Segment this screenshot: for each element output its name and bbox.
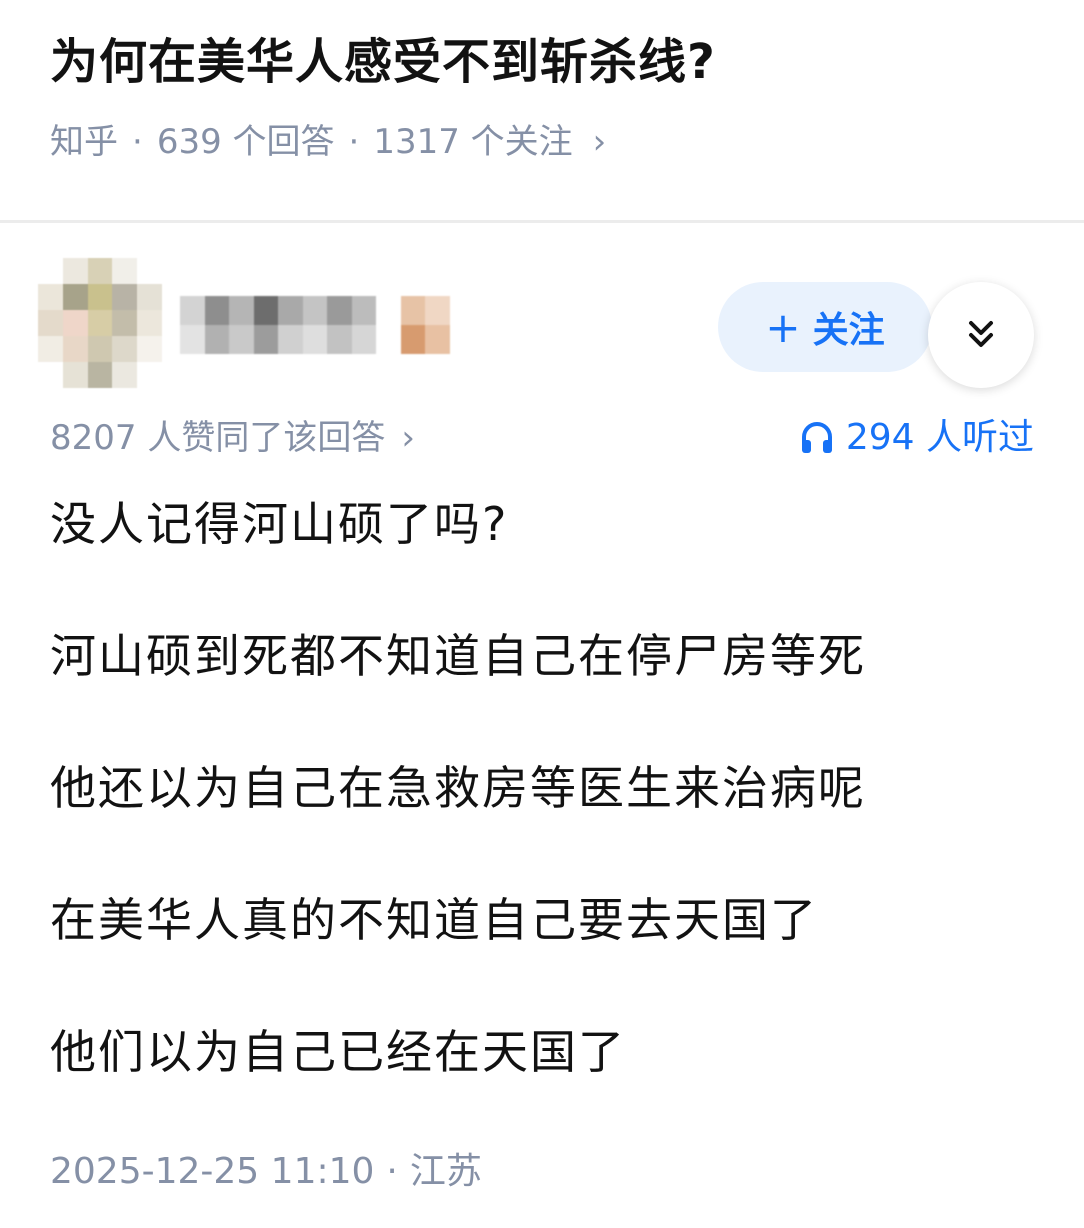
- answer-paragraph: 没人记得河山硕了吗?: [50, 497, 509, 551]
- meta-separator: ·: [132, 122, 143, 162]
- answer-footer: 2025-12-25 11:10 · 江苏: [50, 1148, 482, 1196]
- listen-count: 294 人听过: [845, 417, 1034, 458]
- chevron-right-icon: ›: [592, 122, 607, 162]
- expand-button[interactable]: [928, 282, 1034, 388]
- question-header: 为何在美华人感受不到斩杀线? 知乎 · 639 个回答 · 1317 个关注 ›: [0, 0, 1084, 222]
- listen-info[interactable]: 294 人听过: [798, 414, 1034, 462]
- meta-separator: ·: [348, 122, 360, 162]
- avatar[interactable]: [38, 258, 162, 388]
- answer-location: 江苏: [409, 1151, 482, 1192]
- answer-paragraph: 他们以为自己已经在天国了: [50, 1025, 626, 1079]
- plus-icon: +: [765, 302, 801, 352]
- question-title[interactable]: 为何在美华人感受不到斩杀线?: [50, 26, 716, 98]
- source-name: 知乎: [50, 122, 118, 162]
- meta-separator: ·: [386, 1151, 398, 1192]
- double-chevron-down-icon: [969, 321, 993, 347]
- author-name[interactable]: [180, 296, 450, 354]
- answer-paragraph: 在美华人真的不知道自己要去天国了: [50, 893, 818, 947]
- vote-count: 8207 人赞同了该回答: [50, 418, 386, 458]
- chevron-right-icon: ›: [401, 418, 415, 458]
- divider: [0, 220, 1084, 223]
- answer-paragraph: 他还以为自己在急救房等医生来治病呢: [50, 761, 866, 815]
- answer-paragraph: 河山硕到死都不知道自己在停尸房等死: [50, 629, 866, 683]
- answer-date: 2025-12-25 11:10: [50, 1151, 375, 1192]
- answer-body: 没人记得河山硕了吗? 河山硕到死都不知道自己在停尸房等死 他还以为自己在急救房等…: [50, 494, 1040, 1154]
- followers-count: 1317 个关注: [373, 122, 573, 162]
- answers-count: 639 个回答: [156, 122, 335, 162]
- follow-button[interactable]: + 关注: [718, 282, 932, 372]
- question-meta[interactable]: 知乎 · 639 个回答 · 1317 个关注 ›: [50, 118, 606, 166]
- follow-label: 关注: [812, 310, 885, 351]
- headphones-icon: [801, 422, 832, 453]
- vote-info[interactable]: 8207 人赞同了该回答 ›: [50, 414, 415, 462]
